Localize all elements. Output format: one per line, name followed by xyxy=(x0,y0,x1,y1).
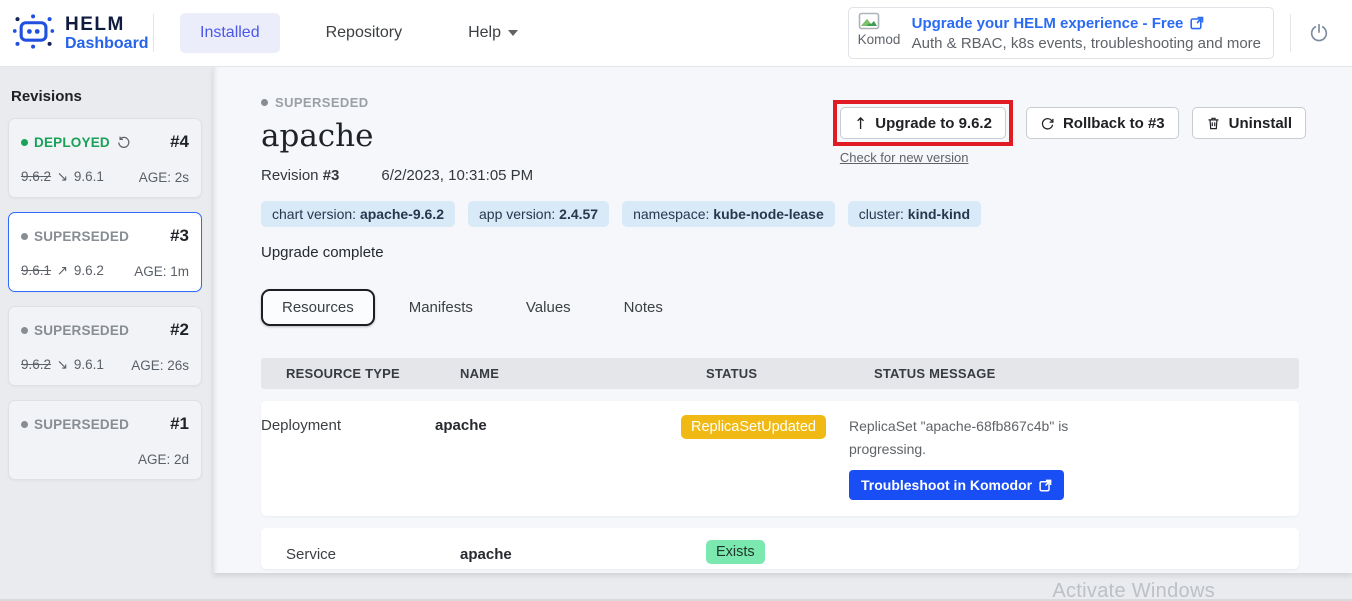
resource-name: apache xyxy=(460,535,706,563)
divider xyxy=(1290,14,1291,52)
status-message: progressing. xyxy=(849,438,1299,461)
banner-subtitle: Auth & RBAC, k8s events, troubleshooting… xyxy=(912,35,1261,52)
trash-icon xyxy=(1206,115,1221,131)
helm-logo[interactable]: HELM Dashboard xyxy=(0,11,153,56)
revision-card-1[interactable]: SUPERSEDED #1 AGE: 2d xyxy=(8,400,202,480)
resource-type: Deployment xyxy=(261,415,435,434)
revision-age: AGE: 2s xyxy=(139,170,189,185)
col-status: STATUS xyxy=(706,366,874,381)
downgrade-arrow-icon: ↘ xyxy=(57,169,68,185)
cluster-chip: cluster: kind-kind xyxy=(848,201,981,227)
revision-card-3[interactable]: SUPERSEDED #3 9.6.1 ↗ 9.6.2 AGE: 1m xyxy=(8,212,202,292)
power-icon xyxy=(1308,22,1330,44)
revision-info-row: Revision #3 6/2/2023, 10:31:05 PM xyxy=(261,167,1352,184)
troubleshoot-komodor-button[interactable]: Troubleshoot in Komodor xyxy=(849,470,1064,500)
resource-type: Service xyxy=(286,535,460,563)
revision-number: #2 xyxy=(170,320,189,340)
status-dot xyxy=(21,327,28,334)
main-nav: Installed Repository Help xyxy=(180,13,538,53)
rollback-icon xyxy=(1040,116,1055,131)
menu-help[interactable]: Help xyxy=(448,13,538,53)
topbar: HELM Dashboard Installed Repository Help… xyxy=(0,0,1352,67)
resources-table: RESOURCE TYPE NAME STATUS STATUS MESSAGE… xyxy=(261,358,1299,569)
divider xyxy=(153,14,154,52)
tab-manifests[interactable]: Manifests xyxy=(390,291,492,324)
col-resource-type: RESOURCE TYPE xyxy=(286,366,460,381)
power-button[interactable] xyxy=(1308,22,1330,44)
revision-card-2[interactable]: SUPERSEDED #2 9.6.2 ↘ 9.6.1 AGE: 26s xyxy=(8,306,202,386)
col-name: NAME xyxy=(460,366,706,381)
app-version-chip: app version: 2.4.57 xyxy=(468,201,609,227)
refresh-icon xyxy=(116,135,131,150)
komodor-upgrade-banner[interactable]: Komod Upgrade your HELM experience - Fre… xyxy=(848,7,1274,59)
downgrade-arrow-icon: ↘ xyxy=(57,357,68,373)
revision-number: #1 xyxy=(170,414,189,434)
arrow-up-icon: ↑ xyxy=(854,114,867,133)
revision-age: AGE: 26s xyxy=(131,358,189,373)
external-link-icon xyxy=(1039,479,1052,492)
detail-tabs: Resources Manifests Values Notes xyxy=(261,289,1352,326)
release-status-text: Upgrade complete xyxy=(261,244,1352,261)
helm-robot-icon xyxy=(12,11,56,56)
annotation-highlight-box: ↑ Upgrade to 9.6.2 xyxy=(833,100,1013,146)
table-header: RESOURCE TYPE NAME STATUS STATUS MESSAGE xyxy=(261,358,1299,389)
tab-notes[interactable]: Notes xyxy=(605,291,682,324)
sidebar-title: Revisions xyxy=(0,67,213,118)
namespace-chip: namespace: kube-node-lease xyxy=(622,201,835,227)
status-dot xyxy=(21,139,28,146)
status-badge: ReplicaSetUpdated xyxy=(681,415,826,439)
revision-status: SUPERSEDED xyxy=(34,323,129,338)
revision-date: 6/2/2023, 10:31:05 PM xyxy=(381,167,533,184)
release-detail-panel: SUPERSEDED apache Revision #3 6/2/2023, … xyxy=(213,67,1352,573)
revision-age: AGE: 2d xyxy=(138,452,189,467)
revision-card-4[interactable]: DEPLOYED #4 9.6.2 ↘ 9.6.1 AGE: 2s xyxy=(8,118,202,198)
check-new-version-link[interactable]: Check for new version xyxy=(840,150,1013,165)
status-message: ReplicaSet "apache-68fb867c4b" is xyxy=(849,415,1299,438)
logo-title: HELM xyxy=(65,15,149,35)
table-row: Service apache Exists xyxy=(261,528,1299,569)
revision-number: #3 xyxy=(323,167,340,184)
broken-image-icon xyxy=(858,12,880,32)
external-link-icon xyxy=(1190,16,1204,30)
status-dot xyxy=(21,421,28,428)
chevron-down-icon xyxy=(508,30,518,36)
status-dot xyxy=(261,99,268,106)
metadata-chips: chart version: apache-9.6.2 app version:… xyxy=(261,201,1352,227)
table-row: Deployment apache ReplicaSetUpdated Repl… xyxy=(261,401,1299,516)
status-badge: Exists xyxy=(706,540,765,564)
upgrade-arrow-icon: ↗ xyxy=(57,263,68,279)
uninstall-button[interactable]: Uninstall xyxy=(1192,107,1306,139)
version-change: 9.6.2 ↘ 9.6.1 xyxy=(21,169,104,185)
tab-repository[interactable]: Repository xyxy=(306,13,422,53)
status-dot xyxy=(21,233,28,240)
revisions-sidebar: Revisions DEPLOYED #4 9.6.2 ↘ 9.6.1 AGE:… xyxy=(0,67,213,601)
revision-status: SUPERSEDED xyxy=(34,417,129,432)
upgrade-button[interactable]: ↑ Upgrade to 9.6.2 xyxy=(840,107,1006,139)
rollback-button[interactable]: Rollback to #3 xyxy=(1026,107,1179,139)
tab-installed[interactable]: Installed xyxy=(180,13,280,53)
revision-status: SUPERSEDED xyxy=(34,229,129,244)
version-change: 9.6.2 ↘ 9.6.1 xyxy=(21,357,104,373)
tab-values[interactable]: Values xyxy=(507,291,590,324)
revision-number: #3 xyxy=(170,226,189,246)
revision-number: #4 xyxy=(170,132,189,152)
col-status-message: STATUS MESSAGE xyxy=(874,366,1299,381)
resource-name: apache xyxy=(435,415,681,434)
logo-subtitle: Dashboard xyxy=(65,35,149,52)
action-buttons: ↑ Upgrade to 9.6.2 Check for new version… xyxy=(840,107,1306,165)
version-change: 9.6.1 ↗ 9.6.2 xyxy=(21,263,104,279)
chart-version-chip: chart version: apache-9.6.2 xyxy=(261,201,455,227)
tab-resources[interactable]: Resources xyxy=(261,289,375,326)
banner-title: Upgrade your HELM experience - Free xyxy=(912,15,1184,32)
revision-age: AGE: 1m xyxy=(134,264,189,279)
komodor-broken-image: Komod xyxy=(858,12,902,54)
image-alt-text: Komod xyxy=(858,32,901,47)
activate-windows-watermark: Activate Windows xyxy=(1052,580,1215,601)
revision-status: DEPLOYED xyxy=(34,135,110,150)
